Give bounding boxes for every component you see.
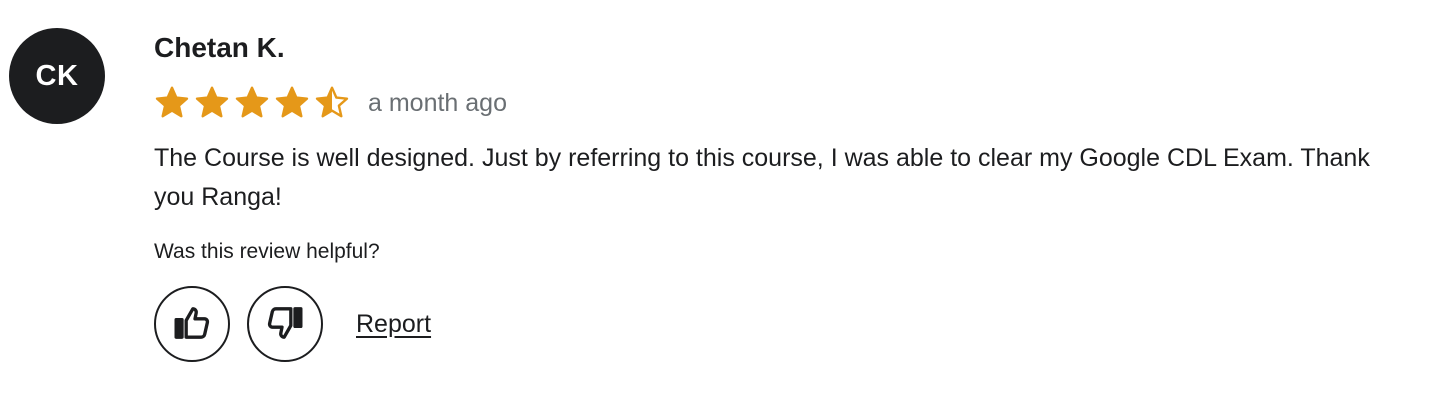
rating-row: a month ago: [154, 83, 1390, 123]
review-text: The Course is well designed. Just by ref…: [154, 144, 1370, 211]
avatar: CK: [9, 28, 105, 124]
star-full-icon: [194, 85, 230, 121]
helpful-prompt: Was this review helpful?: [154, 240, 380, 263]
avatar-initials: CK: [35, 59, 79, 92]
review-content: Chetan K. a month ago The Course is well…: [154, 30, 1390, 362]
star-full-icon: [274, 85, 310, 121]
review-time: a month ago: [368, 88, 507, 117]
thumbs-down-icon: [265, 303, 305, 346]
thumbs-down-button[interactable]: [247, 286, 323, 362]
thumbs-up-button[interactable]: [154, 286, 230, 362]
star-full-icon: [154, 85, 190, 121]
review-actions: Report: [154, 286, 1390, 362]
star-half-icon: [314, 85, 350, 121]
reviewer-name: Chetan K.: [154, 32, 285, 63]
star-rating: [154, 85, 350, 121]
review-card: CK Chetan K. a month ago The Course is w…: [0, 0, 1430, 400]
thumbs-up-icon: [172, 303, 212, 346]
star-full-icon: [234, 85, 270, 121]
report-link[interactable]: Report: [356, 310, 431, 339]
